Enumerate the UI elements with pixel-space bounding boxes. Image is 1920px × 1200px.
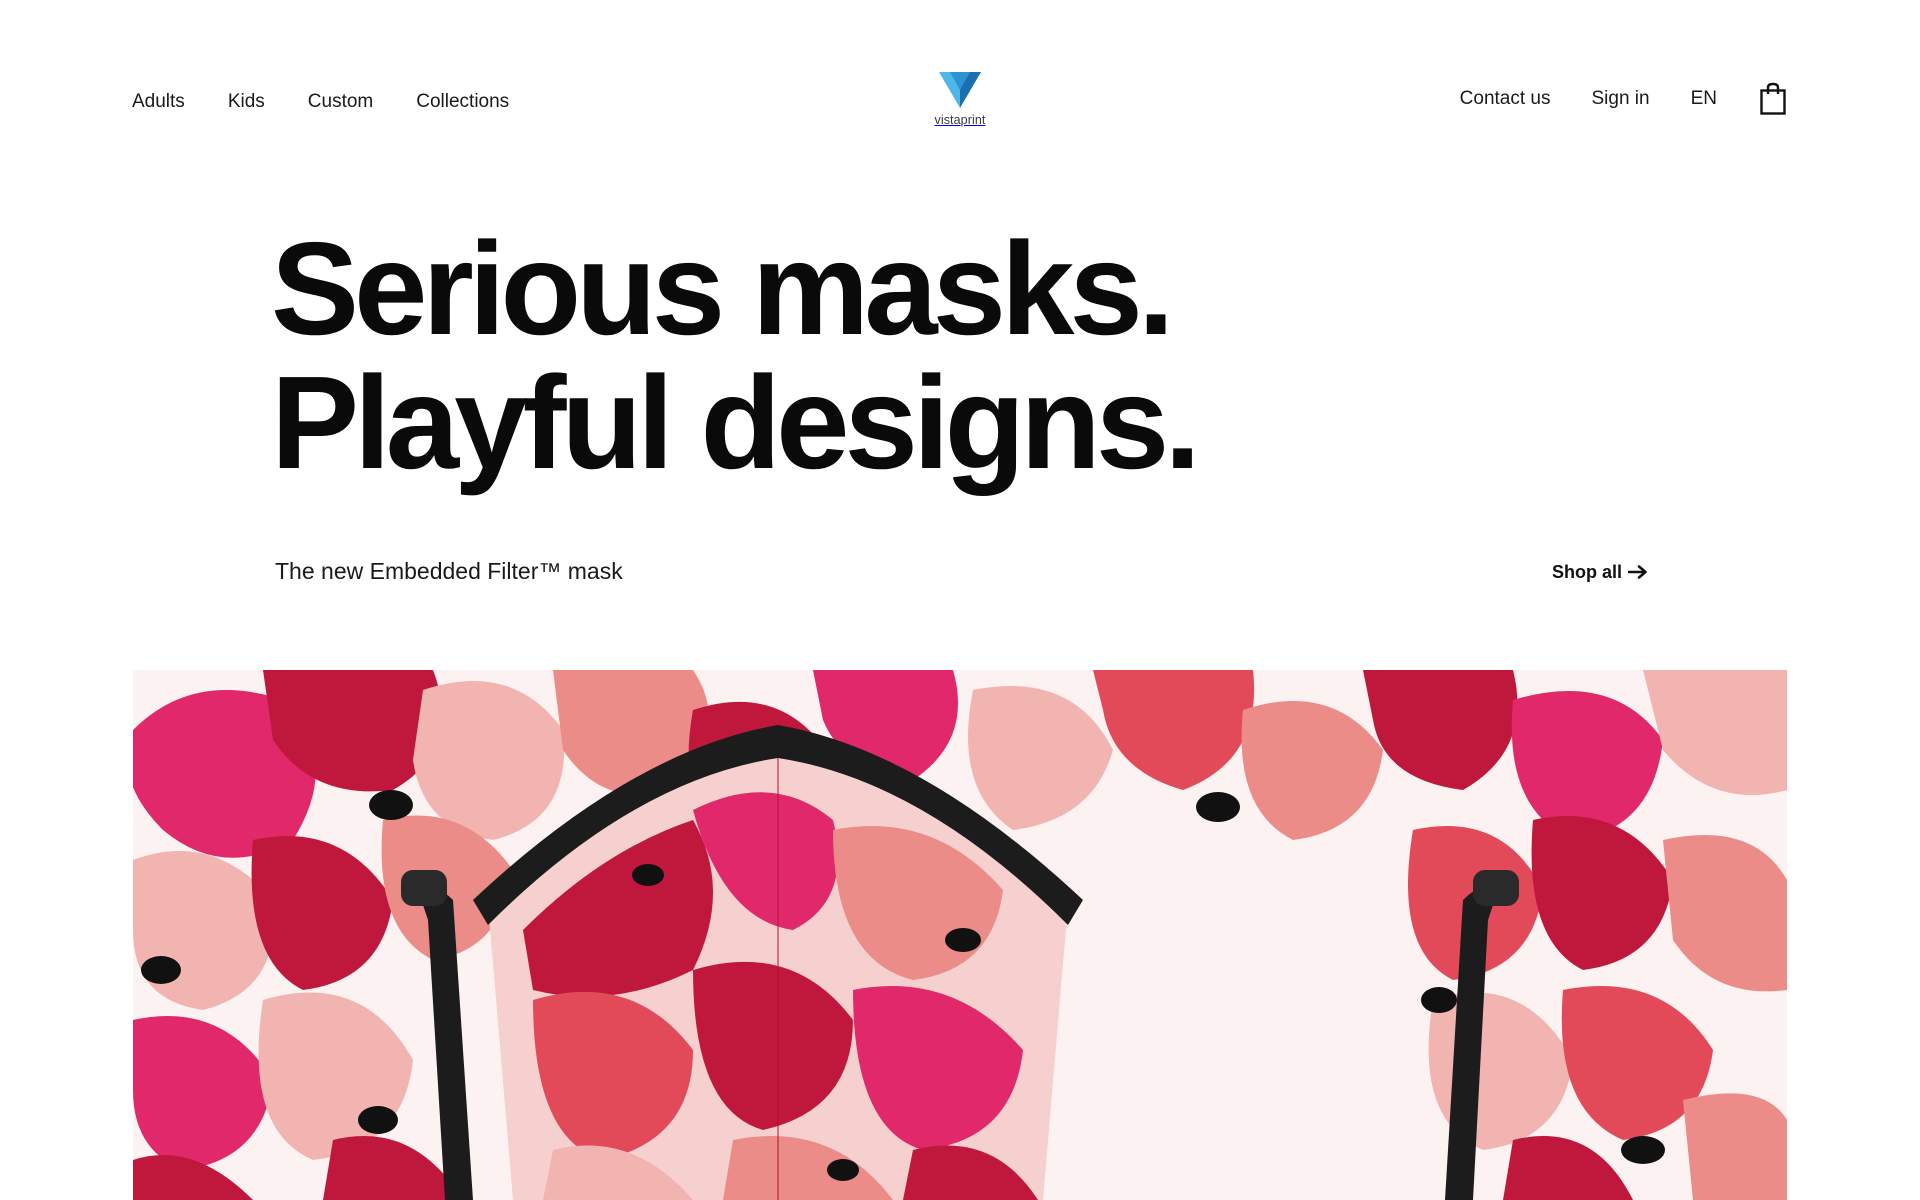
arrow-right-icon — [1628, 565, 1647, 579]
hero-product-image — [133, 670, 1787, 1200]
logo-wordmark: vistaprint — [934, 113, 986, 127]
shopping-bag-icon — [1760, 82, 1786, 115]
hero-title-line-1: Serious masks. — [271, 215, 1175, 362]
nav-kids[interactable]: Kids — [228, 88, 265, 116]
vistaprint-logo-icon — [939, 72, 981, 108]
shop-all-link[interactable]: Shop all — [1552, 560, 1648, 584]
utility-nav: Contact us Sign in EN — [1460, 82, 1787, 116]
cart-button[interactable] — [1759, 82, 1787, 116]
floral-mask-illustration — [133, 670, 1787, 1200]
nav-custom[interactable]: Custom — [308, 88, 373, 116]
sign-in-link[interactable]: Sign in — [1591, 85, 1649, 113]
hero-title-line-2: Playful designs. — [271, 349, 1201, 496]
site-header: Adults Kids Custom Collections vistaprin… — [0, 0, 1920, 205]
contact-us-link[interactable]: Contact us — [1460, 85, 1551, 113]
language-selector[interactable]: EN — [1691, 85, 1717, 113]
nav-collections[interactable]: Collections — [416, 88, 509, 116]
primary-nav: Adults Kids Custom Collections — [132, 88, 552, 116]
hero-title: Serious masks. Playful designs. — [271, 215, 1201, 496]
nav-adults[interactable]: Adults — [132, 88, 185, 116]
hero-subtitle: The new Embedded Filter™ mask — [275, 558, 623, 584]
shop-all-label: Shop all — [1552, 562, 1623, 582]
vistaprint-logo[interactable]: vistaprint — [927, 70, 993, 130]
